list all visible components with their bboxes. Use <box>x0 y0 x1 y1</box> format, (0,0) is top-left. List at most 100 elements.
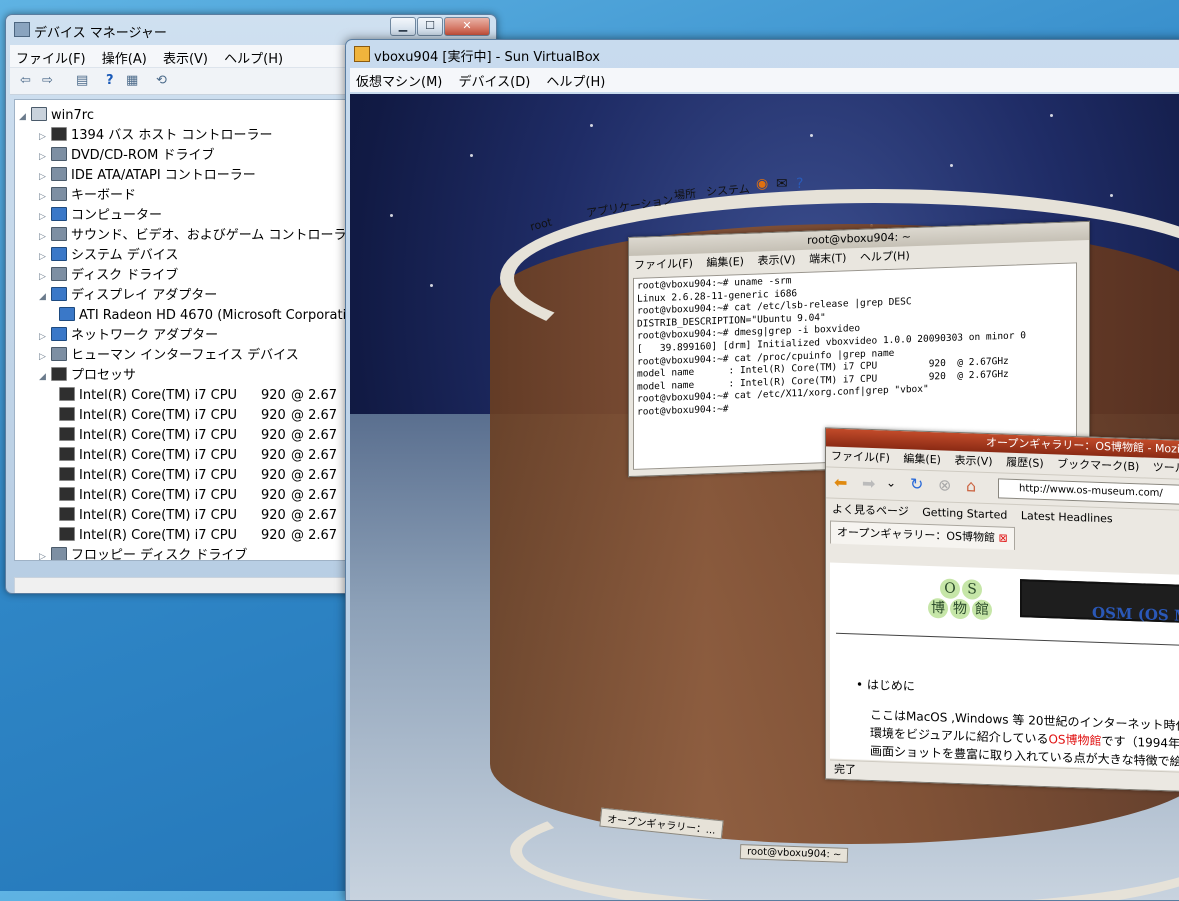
home-icon[interactable]: ⌂ <box>966 476 976 495</box>
tree-device[interactable]: ATI Radeon HD 4670 (Microsoft Corporatio… <box>59 306 355 326</box>
collapse-icon[interactable]: ◢ <box>19 107 31 127</box>
tree-cpu[interactable]: Intel(R) Core(TM) i7 CPU 920 @ 2.67 <box>59 506 337 526</box>
terminal-menu-help[interactable]: ヘルプ(H) <box>855 249 915 264</box>
mail-launcher-icon[interactable]: ✉ <box>776 176 788 192</box>
back-icon[interactable]: ⬅ <box>834 473 847 492</box>
ff-menu-bookmarks[interactable]: ブックマーク(B) <box>1052 457 1144 473</box>
menu-system[interactable]: システム <box>705 180 750 199</box>
tree-category[interactable]: ▷ キーボード <box>39 186 136 206</box>
os-museum-logo[interactable]: OS 博物館 <box>928 578 994 621</box>
scan-hardware-icon[interactable]: ⟲ <box>156 72 167 90</box>
display-adapter-icon <box>59 307 75 321</box>
expand-icon[interactable]: ▷ <box>39 227 51 247</box>
page-content: OS 博物館 OSM (OS Mu • はじめに ここはMacOS ,Windo… <box>830 562 1179 772</box>
expand-icon[interactable]: ▷ <box>39 327 51 347</box>
speaker-icon <box>51 227 67 241</box>
menu-help[interactable]: ヘルプ(H) <box>540 68 611 90</box>
minimize-button[interactable]: ▁ <box>390 17 416 36</box>
tree-cpu[interactable]: Intel(R) Core(TM) i7 CPU 920 @ 2.67 <box>59 526 337 546</box>
tree-category[interactable]: ▷ サウンド、ビデオ、およびゲーム コントローラー <box>39 226 355 247</box>
menu-devices[interactable]: デバイス(D) <box>453 68 537 90</box>
terminal-menu-edit[interactable]: 編集(E) <box>701 255 749 270</box>
dvd-drive-icon <box>51 147 67 161</box>
keyboard-icon <box>51 187 67 201</box>
terminal-menu-file[interactable]: ファイル(F) <box>629 257 698 272</box>
back-arrow-icon[interactable]: ⇦ <box>20 72 31 90</box>
tree-cpu[interactable]: Intel(R) Core(TM) i7 CPU 920 @ 2.67 <box>59 406 337 426</box>
tree-cpu[interactable]: Intel(R) Core(TM) i7 CPU 920 @ 2.67 <box>59 446 337 466</box>
ff-menu-edit[interactable]: 編集(E) <box>898 452 946 467</box>
ide-controller-icon <box>51 167 67 181</box>
expand-icon[interactable]: ▷ <box>39 247 51 267</box>
virtualbox-title: vboxu904 [実行中] - Sun VirtualBox <box>374 50 600 65</box>
menu-machine[interactable]: 仮想マシン(M) <box>350 68 448 90</box>
tree-cpu[interactable]: Intel(R) Core(TM) i7 CPU 920 @ 2.67 <box>59 486 337 506</box>
tree-category[interactable]: ◢ ディスプレイ アダプター <box>39 286 217 306</box>
processor-icon <box>59 487 75 501</box>
tree-cpu[interactable]: Intel(R) Core(TM) i7 CPU 920 @ 2.67 <box>59 466 337 486</box>
bookmark-latest-headlines[interactable]: Latest Headlines <box>1011 509 1113 525</box>
tree-category[interactable]: ▷ 1394 バス ホスト コントローラー <box>39 126 272 146</box>
help-launcher-icon[interactable]: ? <box>796 176 803 192</box>
properties-icon[interactable]: ▤ <box>76 72 88 90</box>
expand-icon[interactable]: ▷ <box>39 207 51 227</box>
tree-category[interactable]: ▷ ディスク ドライブ <box>39 266 178 286</box>
expand-icon[interactable]: ▷ <box>39 187 51 207</box>
system-device-icon <box>51 247 67 261</box>
terminal-menu-view[interactable]: 表示(V) <box>752 253 800 268</box>
maximize-button[interactable]: ☐ <box>417 17 443 36</box>
tree-cpu[interactable]: Intel(R) Core(TM) i7 CPU 920 @ 2.67 <box>59 386 337 406</box>
tab-close-icon[interactable]: ⊠ <box>998 531 1007 544</box>
tree-category[interactable]: ▷ DVD/CD-ROM ドライブ <box>39 146 214 166</box>
forward-icon[interactable]: ➡ <box>862 474 875 493</box>
close-button[interactable]: ✕ <box>444 17 490 36</box>
url-bar[interactable]: http://www.os-museum.com/ <box>998 478 1179 507</box>
tree-category[interactable]: ▷ フロッピー ディスク ドライブ <box>39 546 247 560</box>
menu-help[interactable]: ヘルプ(H) <box>218 45 289 67</box>
computer-category-icon <box>51 207 67 221</box>
reload-icon[interactable]: ↻ <box>910 474 923 493</box>
help-icon[interactable]: ? <box>106 72 114 90</box>
ff-menu-history[interactable]: 履歴(S) <box>1001 455 1049 470</box>
stop-icon[interactable]: ⊗ <box>938 475 951 494</box>
os-museum-link[interactable]: OS博物館 <box>1048 732 1101 748</box>
tree-category[interactable]: ▷ IDE ATA/ATAPI コントローラー <box>39 166 256 186</box>
tree-category[interactable]: ▷ システム デバイス <box>39 246 178 266</box>
tree-category[interactable]: ▷ コンピューター <box>39 206 162 226</box>
bookmark-most-visited[interactable]: よく見るページ <box>826 502 909 519</box>
tree-root[interactable]: ◢ win7rc <box>19 106 94 126</box>
virtualbox-window: vboxu904 [実行中] - Sun VirtualBox 仮想マシン(M)… <box>345 39 1179 901</box>
expand-icon[interactable]: ▷ <box>39 147 51 167</box>
expand-icon[interactable]: ▷ <box>39 347 51 367</box>
history-dropdown-icon[interactable]: ⌄ <box>886 475 896 489</box>
expand-icon[interactable]: ▷ <box>39 127 51 147</box>
bookmark-getting-started[interactable]: Getting Started <box>912 505 1007 522</box>
tree-category[interactable]: ▷ ネットワーク アダプター <box>39 326 218 346</box>
processor-icon <box>51 367 67 381</box>
ff-menu-tools[interactable]: ツール(T) <box>1148 461 1179 476</box>
device-tree: ◢ win7rc ▷ 1394 バス ホスト コントローラー ▷ DVD/CD-ROM… <box>14 99 356 561</box>
vm-screen[interactable]: root アプリケーション 場所 システム ◉ ✉ ? root@vboxu90… <box>350 94 1179 900</box>
tree-category[interactable]: ▷ ヒューマン インターフェイス デバイス <box>39 346 299 366</box>
firefox-launcher-icon[interactable]: ◉ <box>756 176 768 192</box>
menu-action[interactable]: 操作(A) <box>96 45 153 67</box>
device-manager-title: デバイス マネージャー <box>34 26 167 41</box>
terminal-menu-terminal[interactable]: 端末(T) <box>804 251 851 266</box>
firefox-window[interactable]: オープンギャラリー：OS博物館 - Mozilla Fir ファイル(F) 編集… <box>825 427 1179 793</box>
ff-menu-file[interactable]: ファイル(F) <box>826 449 895 465</box>
tree-category[interactable]: ◢ プロセッサ <box>39 366 136 386</box>
expand-icon[interactable]: ▷ <box>39 167 51 187</box>
menu-file[interactable]: ファイル(F) <box>10 45 92 67</box>
collapse-icon[interactable]: ◢ <box>39 287 51 307</box>
details-icon[interactable]: ▦ <box>126 72 138 90</box>
forward-arrow-icon[interactable]: ⇨ <box>42 72 53 90</box>
menu-view[interactable]: 表示(V) <box>157 45 214 67</box>
menu-places[interactable]: 場所 <box>673 185 697 203</box>
collapse-icon[interactable]: ◢ <box>39 367 51 387</box>
device-manager-app-icon <box>14 22 30 37</box>
ff-menu-view[interactable]: 表示(V) <box>949 454 997 469</box>
intro-bullet[interactable]: • はじめに <box>856 675 915 694</box>
expand-icon[interactable]: ▷ <box>39 547 51 560</box>
tree-cpu[interactable]: Intel(R) Core(TM) i7 CPU 920 @ 2.67 <box>59 426 337 446</box>
expand-icon[interactable]: ▷ <box>39 267 51 287</box>
